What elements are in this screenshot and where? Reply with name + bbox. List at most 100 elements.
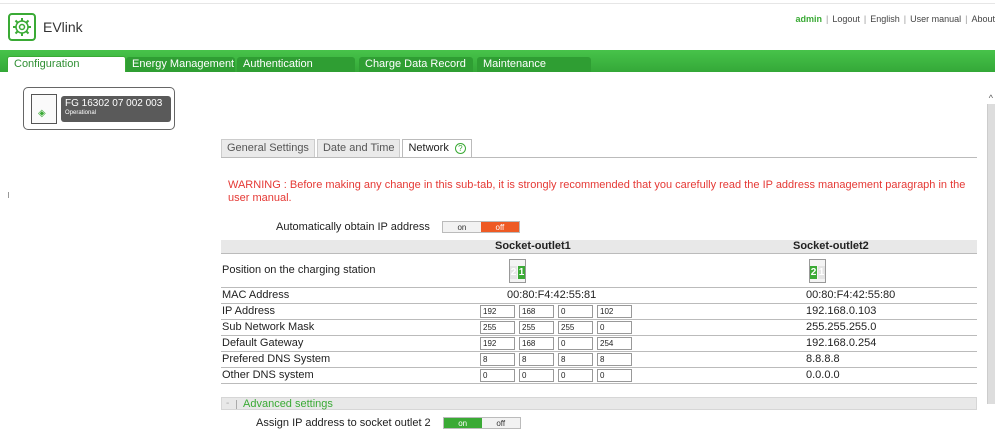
station-label: FG 16302 07 002 003 Operational	[61, 96, 171, 122]
assign-ip-on[interactable]: on	[443, 418, 482, 428]
current-user: admin	[795, 14, 822, 24]
table-row: Default Gateway 192.168.0.254	[221, 336, 977, 352]
column-header: Socket-outlet2	[793, 240, 869, 252]
subtab-network[interactable]: Network?	[402, 139, 472, 158]
socket-slot: 1	[818, 266, 825, 279]
app-logo[interactable]: EVlink	[8, 13, 83, 41]
gateway-octet-3[interactable]	[558, 337, 593, 350]
ip-address-input	[480, 305, 636, 318]
assign-ip-row: Assign IP address to socket outlet 2 on …	[256, 417, 521, 429]
sub-tabs: General Settings Date and Time Network?	[221, 139, 474, 158]
auto-ip-off[interactable]: off	[480, 222, 519, 232]
row-label: Position on the charging station	[222, 264, 376, 276]
scroll-up-icon[interactable]: ^	[989, 93, 993, 103]
collapse-icon[interactable]: -	[226, 398, 229, 409]
auto-ip-row: Automatically obtain IP address on off	[276, 221, 520, 233]
subtab-date-time[interactable]: Date and Time	[316, 139, 401, 157]
tab-charge-data-record[interactable]: Charge Data Record	[359, 57, 473, 72]
dns2-octet-3[interactable]	[558, 369, 593, 382]
tab-energy-management[interactable]: Energy Management	[126, 57, 235, 72]
table-row: Other DNS system 0.0.0.0	[221, 368, 977, 384]
dns1-octet-3[interactable]	[558, 353, 593, 366]
row-label: Sub Network Mask	[222, 321, 315, 333]
dns2-octet-1[interactable]	[480, 369, 515, 382]
mask-octet-1[interactable]	[480, 321, 515, 334]
gateway-s2: 192.168.0.254	[806, 337, 877, 349]
preferred-dns-s2: 8.8.8.8	[806, 353, 840, 365]
auto-ip-on[interactable]: on	[442, 222, 481, 232]
gateway-octet-1[interactable]	[480, 337, 515, 350]
table-row: Position on the charging station 2 1 2 1	[221, 254, 977, 288]
table-row: IP Address 192.168.0.103	[221, 304, 977, 320]
gear-icon	[8, 13, 36, 41]
dns1-octet-2[interactable]	[519, 353, 554, 366]
help-icon[interactable]: ?	[454, 143, 466, 154]
language-link[interactable]: English	[870, 14, 900, 24]
row-label: Default Gateway	[222, 337, 304, 349]
separator: |	[903, 14, 907, 24]
dns1-octet-4[interactable]	[597, 353, 632, 366]
row-label: Other DNS system	[222, 369, 314, 381]
gateway-octet-2[interactable]	[519, 337, 554, 350]
gateway-input	[480, 337, 636, 350]
about-link[interactable]: About	[971, 14, 995, 24]
mask-octet-3[interactable]	[558, 321, 593, 334]
row-label: Prefered DNS System	[222, 353, 331, 365]
network-table: Socket-outlet1 Socket-outlet2 Position o…	[221, 240, 977, 384]
socket-slot-active: 2	[810, 266, 817, 279]
user-manual-link[interactable]: User manual	[910, 14, 961, 24]
divider	[221, 157, 977, 158]
dns1-octet-1[interactable]	[480, 353, 515, 366]
station-id: FG 16302 07 002 003	[65, 98, 163, 109]
other-dns-s2: 0.0.0.0	[806, 369, 840, 381]
leaf-icon: ◈	[38, 108, 46, 119]
table-header: Socket-outlet1 Socket-outlet2	[221, 240, 977, 254]
other-dns-input	[480, 369, 636, 382]
socket-position-icon: 2 1	[509, 259, 526, 283]
ip-octet-2[interactable]	[519, 305, 554, 318]
logout-link[interactable]: Logout	[832, 14, 860, 24]
charging-station-icon: ◈	[31, 94, 57, 124]
auto-ip-toggle[interactable]: on off	[441, 221, 520, 233]
advanced-settings-header[interactable]: - Advanced settings	[221, 397, 977, 410]
table-row: Sub Network Mask 255.255.255.0	[221, 320, 977, 336]
ip-address-s2: 192.168.0.103	[806, 305, 877, 317]
gateway-octet-4[interactable]	[597, 337, 632, 350]
assign-ip-off[interactable]: off	[481, 418, 520, 428]
charging-station-card[interactable]: ◈ FG 16302 07 002 003 Operational	[23, 87, 175, 130]
tab-configuration[interactable]: Configuration	[7, 56, 126, 72]
scrollbar[interactable]	[987, 104, 995, 404]
advanced-settings-label: Advanced settings	[243, 398, 333, 410]
socket-slot-active: 1	[518, 266, 525, 279]
main-nav: Configuration Energy Management Authenti…	[0, 50, 995, 72]
column-header: Socket-outlet1	[495, 240, 571, 252]
mac-address-s2: 00:80:F4:42:55:80	[806, 289, 896, 301]
divider	[236, 400, 237, 409]
warning-message: WARNING : Before making any change in th…	[228, 179, 966, 204]
top-links: admin | Logout | English | User manual | About	[795, 14, 995, 24]
ip-octet-4[interactable]	[597, 305, 632, 318]
subtab-general-settings[interactable]: General Settings	[221, 139, 315, 157]
dns2-octet-4[interactable]	[597, 369, 632, 382]
ip-octet-3[interactable]	[558, 305, 593, 318]
socket-position-icon: 2 1	[809, 259, 826, 283]
app-name: EVlink	[43, 19, 83, 35]
station-status: Operational	[65, 110, 97, 116]
mask-octet-2[interactable]	[519, 321, 554, 334]
assign-ip-toggle[interactable]: on off	[442, 417, 521, 429]
subtab-network-label: Network	[408, 142, 449, 154]
table-row: Prefered DNS System 8.8.8.8	[221, 352, 977, 368]
assign-ip-label: Assign IP address to socket outlet 2	[256, 417, 431, 429]
mac-address-s1: 00:80:F4:42:55:81	[507, 289, 597, 301]
tab-maintenance[interactable]: Maintenance	[477, 57, 591, 72]
tab-authentication[interactable]: Authentication	[237, 57, 355, 72]
dns2-octet-2[interactable]	[519, 369, 554, 382]
subnet-mask-input	[480, 321, 636, 334]
separator: |	[826, 14, 829, 24]
mask-octet-4[interactable]	[597, 321, 632, 334]
preferred-dns-input	[480, 353, 636, 366]
separator: |	[965, 14, 968, 24]
ip-octet-1[interactable]	[480, 305, 515, 318]
socket-slot: 2	[510, 266, 517, 279]
table-row: MAC Address 00:80:F4:42:55:81 00:80:F4:4…	[221, 288, 977, 304]
